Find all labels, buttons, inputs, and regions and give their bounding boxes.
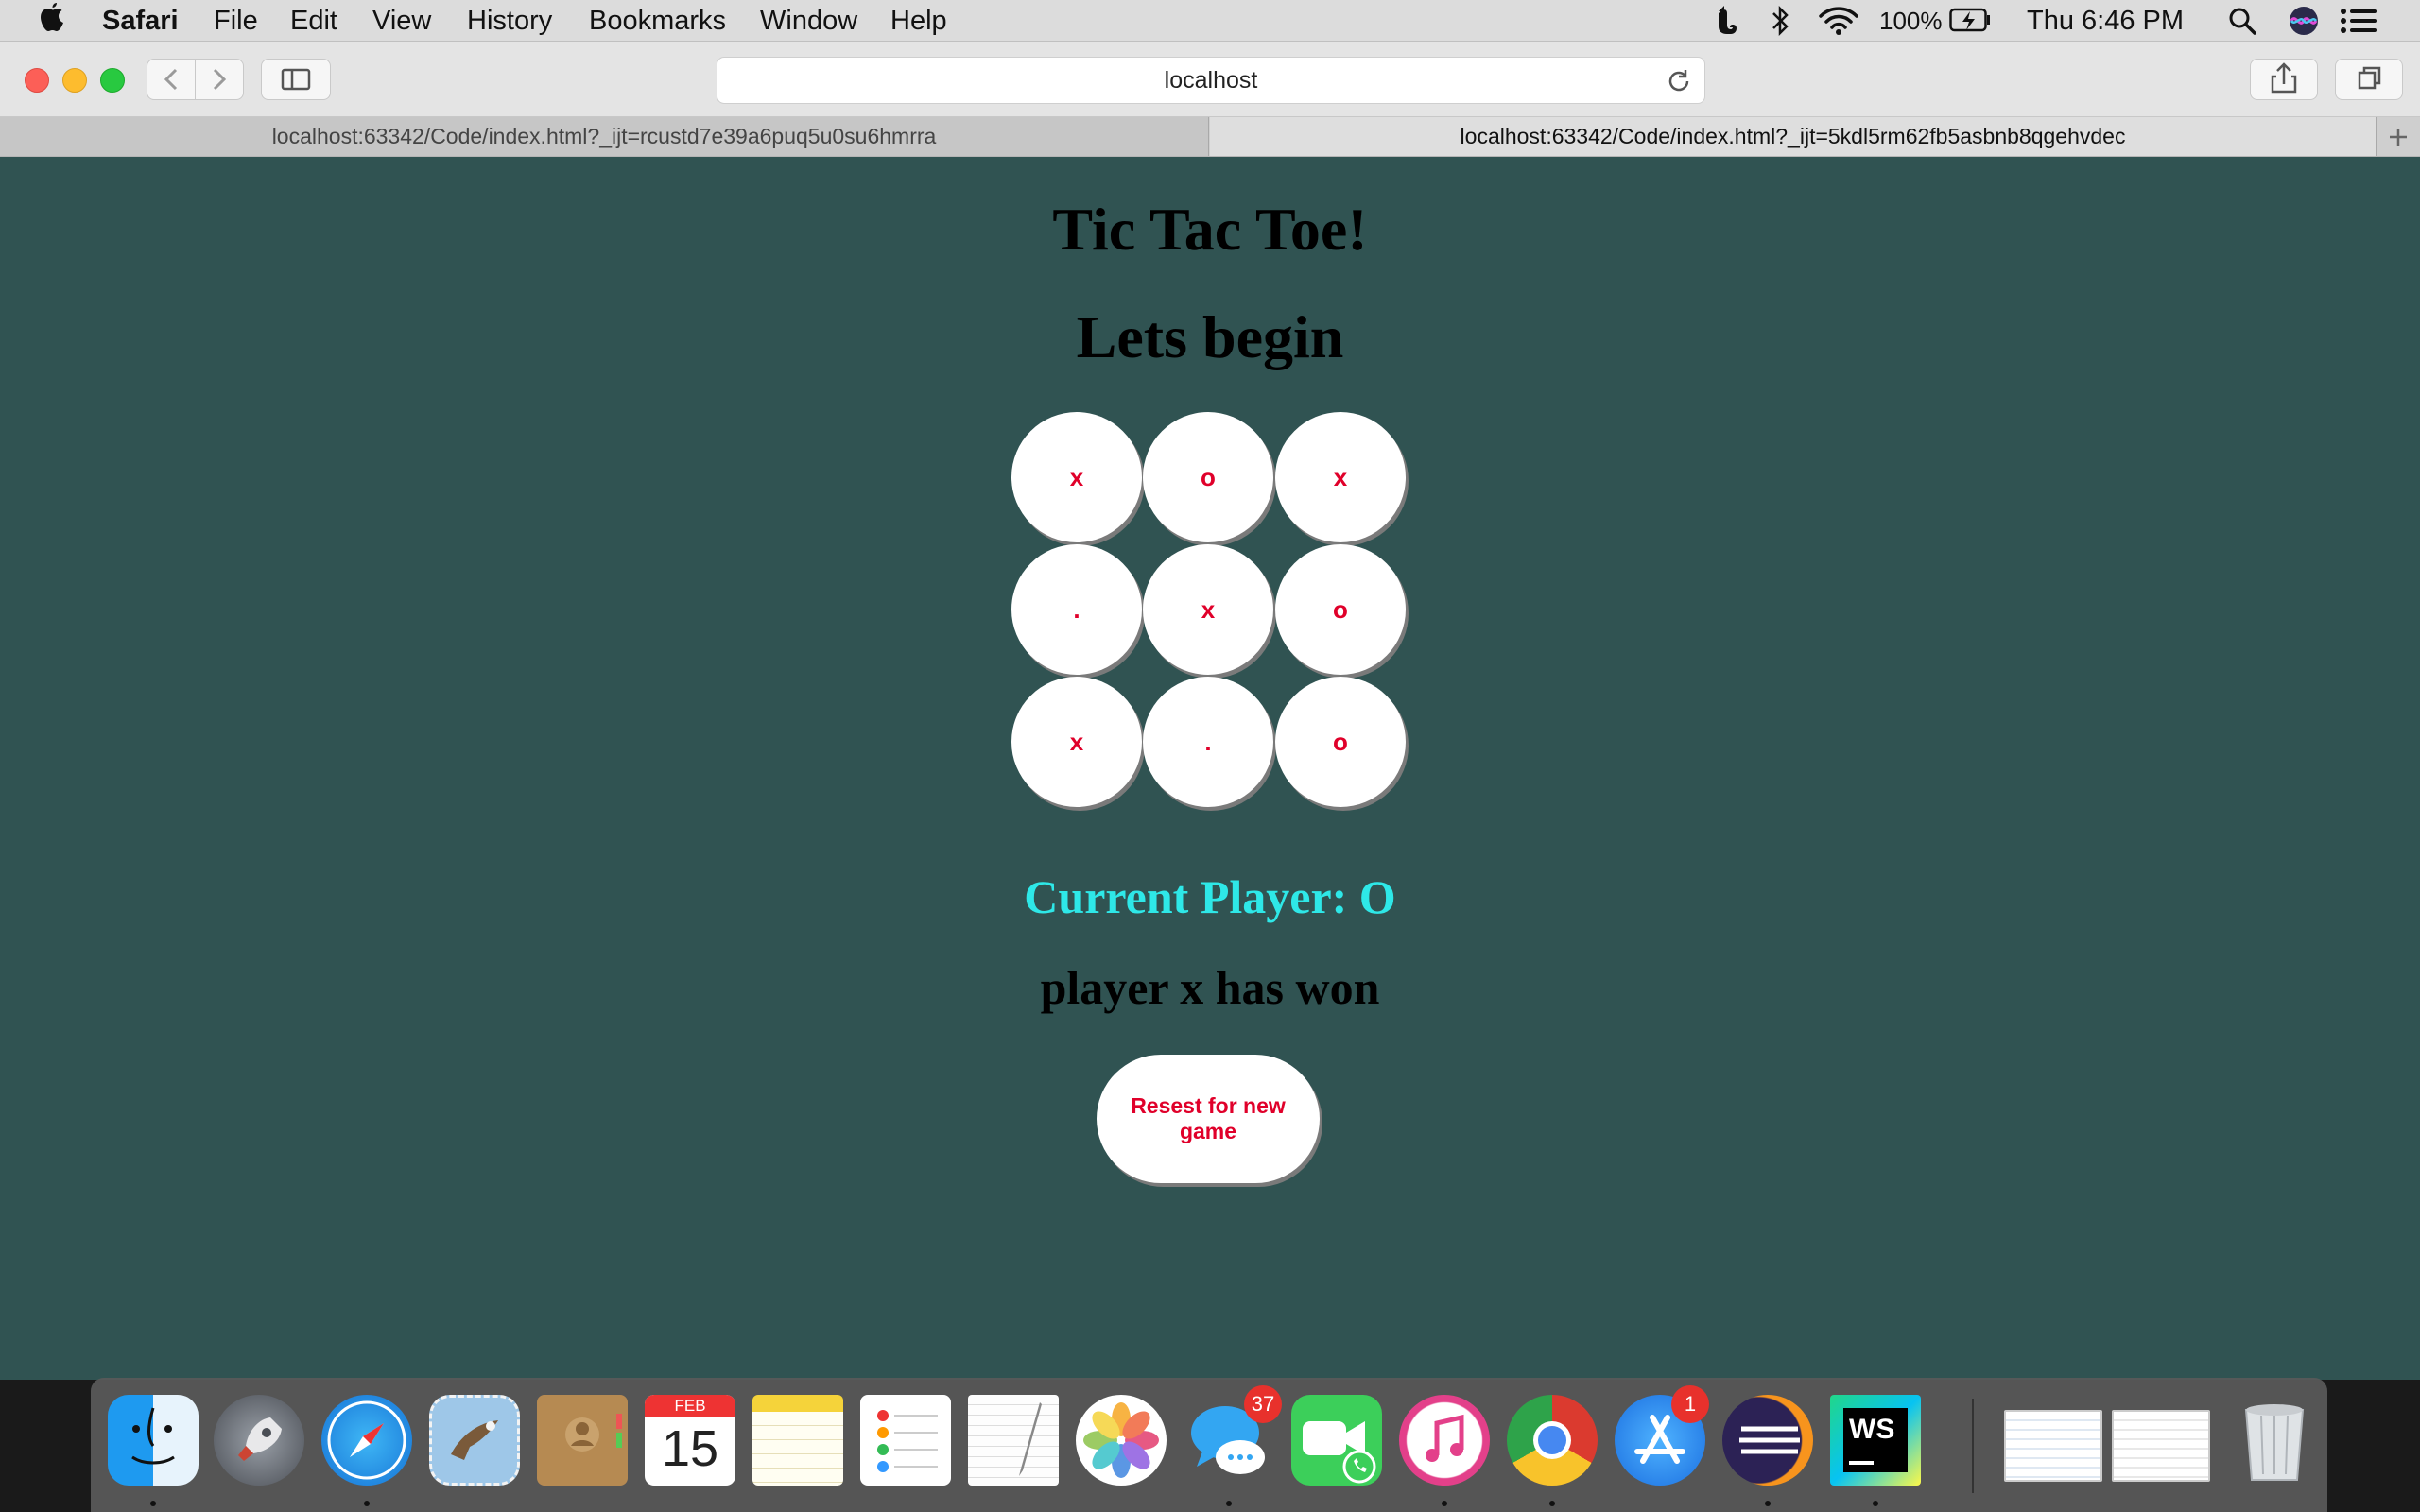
menu-view[interactable]: View xyxy=(372,6,431,36)
app-name-menu[interactable]: Safari xyxy=(102,6,179,36)
menu-bar: Safari File Edit View History Bookmarks … xyxy=(0,0,2420,42)
menu-file[interactable]: File xyxy=(214,6,258,36)
current-player-label: Current Player: O xyxy=(1024,870,1396,923)
running-indicator xyxy=(1549,1501,1555,1506)
game-status: player x has won xyxy=(1040,961,1380,1014)
preview-icon[interactable] xyxy=(2112,1410,2210,1482)
evernote-icon[interactable] xyxy=(1713,6,1741,43)
tabs-overview-icon xyxy=(2358,66,2381,90)
running-indicator xyxy=(1765,1501,1771,1506)
chrome-icon[interactable] xyxy=(1507,1395,1598,1486)
itunes-icon[interactable] xyxy=(1399,1395,1490,1486)
share-icon xyxy=(2271,62,2297,94)
siri-icon[interactable] xyxy=(2288,5,2320,43)
safari-icon[interactable] xyxy=(321,1395,412,1486)
bluetooth-icon[interactable] xyxy=(1770,5,1790,43)
calendar-day: 15 xyxy=(661,1420,719,1477)
reload-icon[interactable] xyxy=(1665,67,1693,95)
messages-badge: 37 xyxy=(1244,1385,1282,1423)
board-cell[interactable]: . xyxy=(1011,544,1142,675)
tab-first[interactable]: localhost:63342/Code/index.html?_ijt=rcu… xyxy=(0,117,1209,156)
plus-icon xyxy=(2390,129,2407,146)
facetime-icon[interactable] xyxy=(1291,1395,1382,1486)
photos-icon[interactable] xyxy=(1076,1395,1167,1486)
webstorm-label: WS xyxy=(1849,1414,1895,1445)
trash-icon[interactable] xyxy=(2229,1395,2320,1486)
clock[interactable]: Thu 6:46 PM xyxy=(2027,6,2184,36)
apple-menu-icon[interactable] xyxy=(38,3,66,42)
tab-bar: localhost:63342/Code/index.html?_ijt=rcu… xyxy=(0,117,2420,157)
battery-percent: 100% xyxy=(1879,7,1943,35)
dock: FEB 15 37 1 WS xyxy=(91,1378,2327,1512)
webstorm-icon[interactable]: WS xyxy=(1830,1395,1921,1486)
board-cell[interactable]: x xyxy=(1011,677,1142,807)
chevron-right-icon xyxy=(213,68,227,91)
board-cell[interactable]: . xyxy=(1143,677,1273,807)
reset-button-label: Resest for new game xyxy=(1131,1093,1286,1143)
running-indicator xyxy=(150,1501,156,1506)
launchpad-icon[interactable] xyxy=(214,1395,304,1486)
fullscreen-window-button[interactable] xyxy=(100,68,125,93)
board-cell[interactable]: o xyxy=(1275,544,1406,675)
minimize-window-button[interactable] xyxy=(62,68,87,93)
contacts-icon[interactable] xyxy=(537,1395,628,1486)
board-cell[interactable]: x xyxy=(1011,412,1142,542)
sidebar-icon xyxy=(281,68,311,91)
board-cell[interactable]: o xyxy=(1143,412,1273,542)
appstore-badge: 1 xyxy=(1671,1385,1709,1423)
address-text[interactable]: localhost xyxy=(717,67,1704,94)
textedit-icon[interactable] xyxy=(968,1395,1059,1486)
tab-second-active[interactable]: localhost:63342/Code/index.html?_ijt=5kd… xyxy=(1210,117,2376,156)
running-indicator xyxy=(1873,1501,1878,1506)
eclipse-icon[interactable] xyxy=(1722,1395,1813,1486)
chevron-left-icon xyxy=(164,68,178,91)
preview-icon[interactable] xyxy=(2004,1410,2102,1482)
messages-icon[interactable]: 37 xyxy=(1184,1385,1282,1486)
address-bar[interactable]: localhost xyxy=(717,57,1705,104)
forward-button[interactable] xyxy=(195,59,244,100)
wifi-icon[interactable] xyxy=(1819,6,1858,43)
battery-icon[interactable] xyxy=(1949,8,1991,39)
calendar-month: FEB xyxy=(645,1395,735,1418)
menu-bookmarks[interactable]: Bookmarks xyxy=(589,6,726,36)
show-tabs-button[interactable] xyxy=(2335,59,2403,100)
appstore-icon[interactable]: 1 xyxy=(1615,1385,1709,1486)
spotlight-icon[interactable] xyxy=(2227,6,2257,43)
notes-icon[interactable] xyxy=(752,1395,843,1486)
dock-separator xyxy=(1972,1399,1974,1493)
sidebar-toggle-button[interactable] xyxy=(261,59,331,100)
browser-toolbar: localhost xyxy=(0,42,2420,117)
calendar-icon[interactable]: FEB 15 xyxy=(645,1395,735,1486)
board-cell[interactable]: x xyxy=(1275,412,1406,542)
running-indicator xyxy=(1226,1501,1232,1506)
back-button[interactable] xyxy=(147,59,196,100)
page-subtitle: Lets begin xyxy=(1076,303,1344,370)
board-cell[interactable]: x xyxy=(1143,544,1273,675)
close-window-button[interactable] xyxy=(25,68,49,93)
reset-game-button[interactable]: Resest for new game xyxy=(1097,1055,1320,1183)
running-indicator xyxy=(1442,1501,1447,1506)
mail-icon[interactable] xyxy=(429,1395,520,1486)
running-indicator xyxy=(364,1501,370,1506)
new-tab-button[interactable] xyxy=(2376,117,2420,156)
page-title: Tic Tac Toe! xyxy=(1052,196,1368,263)
menu-history[interactable]: History xyxy=(467,6,552,36)
menu-help[interactable]: Help xyxy=(890,6,947,36)
reminders-icon[interactable] xyxy=(860,1395,951,1486)
notification-center-icon[interactable] xyxy=(2341,8,2377,41)
menu-window[interactable]: Window xyxy=(760,6,857,36)
finder-icon[interactable] xyxy=(108,1395,199,1486)
web-page: Tic Tac Toe! Lets begin x o x . x o x . … xyxy=(0,157,2420,1380)
board-cell[interactable]: o xyxy=(1275,677,1406,807)
share-button[interactable] xyxy=(2250,59,2318,100)
menu-edit[interactable]: Edit xyxy=(290,6,337,36)
